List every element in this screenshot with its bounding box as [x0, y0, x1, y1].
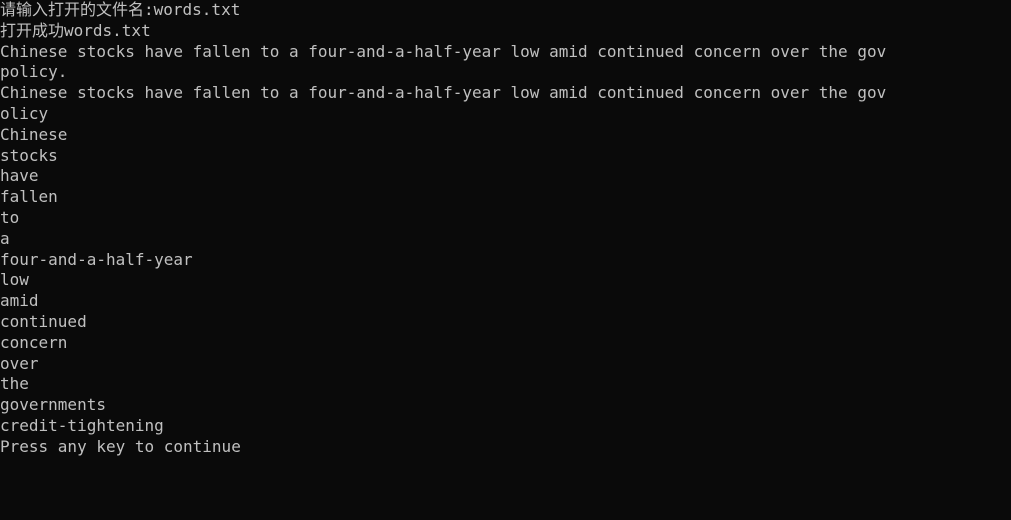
output-line: low: [0, 270, 1011, 291]
output-line: the: [0, 374, 1011, 395]
output-line: olicy: [0, 104, 1011, 125]
output-line: Chinese: [0, 125, 1011, 146]
output-line: Chinese stocks have fallen to a four-and…: [0, 42, 1011, 63]
output-line: concern: [0, 333, 1011, 354]
output-line: over: [0, 354, 1011, 375]
output-line: amid: [0, 291, 1011, 312]
output-line: credit-tightening: [0, 416, 1011, 437]
output-line: Press any key to continue: [0, 437, 1011, 458]
output-line: continued: [0, 312, 1011, 333]
terminal-output: 请输入打开的文件名:words.txt 打开成功words.txt Chines…: [0, 0, 1011, 458]
output-line: stocks: [0, 146, 1011, 167]
output-line: have: [0, 166, 1011, 187]
output-line: to: [0, 208, 1011, 229]
output-line: Chinese stocks have fallen to a four-and…: [0, 83, 1011, 104]
output-line: four-and-a-half-year: [0, 250, 1011, 271]
output-line: 打开成功words.txt: [0, 21, 1011, 42]
output-line: policy.: [0, 62, 1011, 83]
output-line: a: [0, 229, 1011, 250]
output-line: governments: [0, 395, 1011, 416]
output-line: fallen: [0, 187, 1011, 208]
output-line: 请输入打开的文件名:words.txt: [0, 0, 1011, 21]
